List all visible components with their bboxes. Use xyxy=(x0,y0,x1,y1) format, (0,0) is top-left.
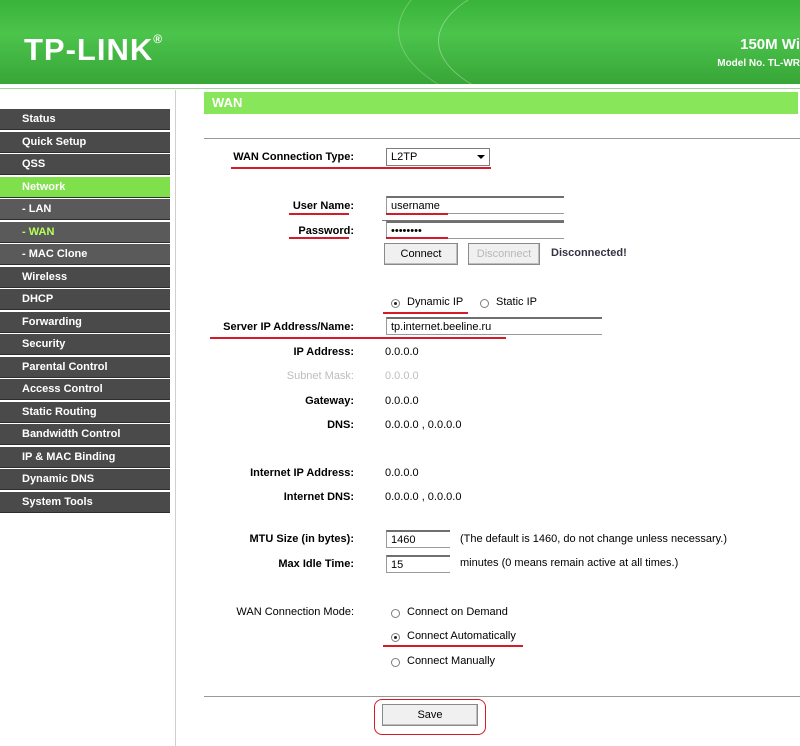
red-annotation-underline xyxy=(383,312,468,314)
mtu-label: MTU Size (in bytes): xyxy=(249,533,354,545)
sidebar-item-dynamic-dns[interactable]: Dynamic DNS xyxy=(0,469,170,490)
save-button[interactable]: Save xyxy=(382,704,478,726)
sidebar-menu: Status Quick Setup QSS Network - LAN - WAN - M… xyxy=(0,109,170,514)
sidebar-item-network[interactable]: Network xyxy=(0,176,170,198)
mode-label: WAN Connection Mode: xyxy=(236,606,354,618)
internet-ip-label: Internet IP Address: xyxy=(250,467,354,479)
static-ip-label[interactable]: Static IP xyxy=(496,296,537,308)
main-content: WAN WAN Connection Type: L2TP User Name:… xyxy=(176,90,800,746)
sidebar-item-lan[interactable]: - LAN xyxy=(0,199,170,220)
divider xyxy=(204,138,800,139)
idle-label: Max Idle Time: xyxy=(278,558,354,570)
sidebar-item-quick-setup[interactable]: Quick Setup xyxy=(0,131,170,153)
static-ip-radio[interactable] xyxy=(480,299,489,308)
sidebar-item-bandwidth-control[interactable]: Bandwidth Control xyxy=(0,424,170,445)
sidebar-item-qss[interactable]: QSS xyxy=(0,154,170,175)
mtu-note: (The default is 1460, do not change unle… xyxy=(460,533,728,545)
sidebar-item-system-tools[interactable]: System Tools xyxy=(0,491,170,513)
dynamic-ip-radio[interactable] xyxy=(391,299,400,308)
sidebar-item-dhcp[interactable]: DHCP xyxy=(0,289,170,310)
dynamic-ip-label[interactable]: Dynamic IP xyxy=(407,296,463,308)
server-field[interactable]: tp.internet.beeline.ru xyxy=(386,317,602,335)
sidebar-item-parental-control[interactable]: Parental Control xyxy=(0,356,170,378)
dns-label: DNS: xyxy=(327,419,354,431)
ip-address-label: IP Address: xyxy=(293,346,354,358)
internet-dns-label: Internet DNS: xyxy=(283,491,354,503)
model-number: Model No. TL-WR xyxy=(717,58,800,69)
idle-field[interactable]: 15 xyxy=(386,555,450,573)
connect-button[interactable]: Connect xyxy=(384,243,458,265)
disconnect-button[interactable]: Disconnect xyxy=(468,243,540,265)
internet-dns-value: 0.0.0.0 , 0.0.0.0 xyxy=(385,491,462,503)
password-label: Password: xyxy=(298,225,354,237)
sidebar-item-ip-mac-binding[interactable]: IP & MAC Binding xyxy=(0,446,170,468)
dns-value: 0.0.0.0 , 0.0.0.0 xyxy=(385,419,462,431)
subnet-label: Subnet Mask: xyxy=(286,370,354,382)
username-field[interactable]: username xyxy=(386,196,564,214)
mode-auto-label[interactable]: Connect Automatically xyxy=(407,630,516,642)
idle-note: minutes (0 means remain active at all ti… xyxy=(460,557,679,569)
server-label: Server IP Address/Name: xyxy=(223,321,354,333)
chevron-down-icon[interactable] xyxy=(477,155,485,159)
sidebar-item-mac-clone[interactable]: - MAC Clone xyxy=(0,244,170,265)
header-banner: TP-LINK® 150M Wi Model No. TL-WR xyxy=(0,0,800,84)
model-title: 150M Wi xyxy=(740,36,800,53)
red-annotation-underline xyxy=(386,237,448,239)
red-annotation-underline xyxy=(210,337,506,339)
sidebar-item-wan[interactable]: - WAN xyxy=(0,221,170,243)
red-annotation-underline xyxy=(289,237,349,239)
sidebar-item-security[interactable]: Security xyxy=(0,334,170,355)
mode-demand-radio[interactable] xyxy=(391,609,400,618)
red-annotation-underline xyxy=(383,645,523,647)
internet-ip-value: 0.0.0.0 xyxy=(385,467,419,479)
sidebar-item-forwarding[interactable]: Forwarding xyxy=(0,311,170,333)
page-title: WAN xyxy=(204,92,798,114)
username-label: User Name: xyxy=(292,200,354,212)
mtu-field[interactable]: 1460 xyxy=(386,530,450,548)
header-divider xyxy=(0,84,800,89)
red-annotation-underline xyxy=(386,213,448,215)
sidebar-item-wireless[interactable]: Wireless xyxy=(0,266,170,288)
subnet-value: 0.0.0.0 xyxy=(385,370,419,382)
wan-type-label: WAN Connection Type: xyxy=(233,151,354,163)
sidebar-item-status[interactable]: Status xyxy=(0,109,170,130)
sidebar-item-static-routing[interactable]: Static Routing xyxy=(0,401,170,423)
sidebar: Status Quick Setup QSS Network - LAN - WAN - M… xyxy=(0,90,176,746)
mode-demand-label[interactable]: Connect on Demand xyxy=(407,606,508,618)
wan-type-value: L2TP xyxy=(391,151,418,163)
red-annotation-underline xyxy=(231,167,491,169)
mode-auto-radio[interactable] xyxy=(391,633,400,642)
mode-manual-label[interactable]: Connect Manually xyxy=(407,655,495,667)
gateway-value: 0.0.0.0 xyxy=(385,395,419,407)
gateway-label: Gateway: xyxy=(305,395,354,407)
tp-link-logo: TP-LINK® xyxy=(24,32,164,67)
connection-status: Disconnected! xyxy=(551,247,627,259)
sidebar-item-access-control[interactable]: Access Control xyxy=(0,379,170,400)
mode-manual-radio[interactable] xyxy=(391,658,400,667)
ip-address-value: 0.0.0.0 xyxy=(385,346,419,358)
divider xyxy=(204,696,800,697)
wan-type-select[interactable]: L2TP xyxy=(386,148,490,166)
red-annotation-underline xyxy=(289,213,349,215)
